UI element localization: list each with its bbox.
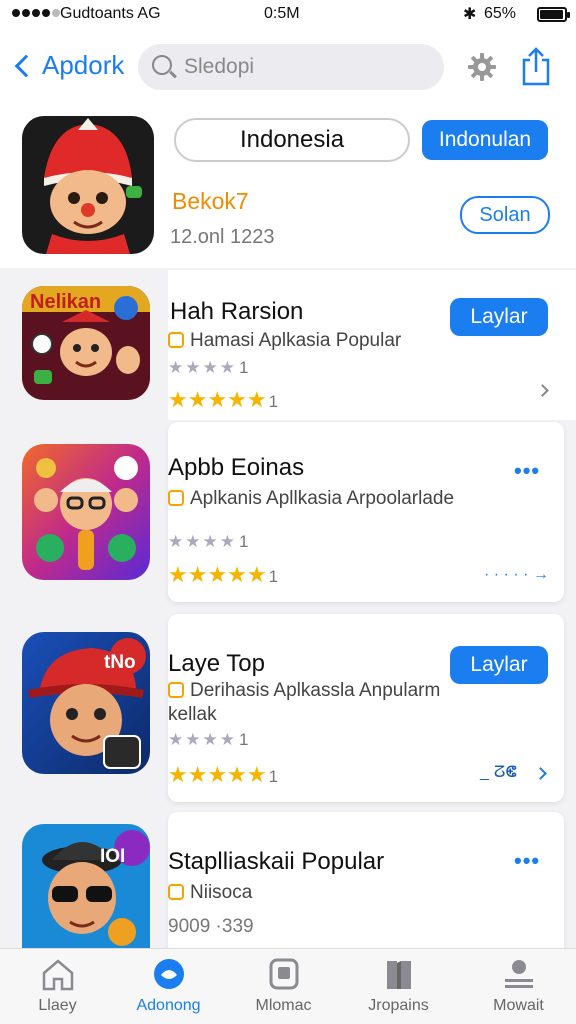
apps-icon bbox=[154, 959, 184, 989]
row-link[interactable]: · · · · · → bbox=[484, 566, 549, 584]
star-rating: ★★★★★ 1 bbox=[168, 387, 279, 412]
list-item[interactable]: Apbb Eoinas Aplkanis Apllkasia Arpoolarl… bbox=[0, 422, 576, 602]
country-chip[interactable]: Indonesia bbox=[174, 118, 410, 162]
svg-text:Nelikan: Nelikan bbox=[30, 291, 101, 313]
tab-profile[interactable]: Mowait bbox=[461, 949, 576, 1024]
book-icon bbox=[387, 961, 411, 989]
gray-rating: ★★★★ 1 bbox=[168, 358, 251, 377]
category-icon bbox=[168, 682, 184, 698]
app-title: Staplliaskaii Popular bbox=[168, 848, 385, 875]
tab-home[interactable]: Llaey bbox=[0, 949, 115, 1024]
featured-row[interactable]: Indonesia Indonulan Bekok7 12.onl 1223 S… bbox=[0, 110, 576, 268]
tab-label: Jropains bbox=[368, 997, 429, 1014]
featured-title: Bekok7 bbox=[172, 188, 249, 214]
signal-icon bbox=[12, 9, 60, 17]
home-icon bbox=[42, 959, 74, 991]
app-title: Hah Rarsion bbox=[170, 298, 304, 325]
featured-subtitle: 12.onl 1223 bbox=[170, 226, 275, 248]
app-subtitle: Hamasi Aplkasia Popular bbox=[168, 330, 401, 352]
tab-label: Adonong bbox=[136, 997, 201, 1014]
gray-rating: ★★★★ 1 bbox=[168, 532, 251, 551]
star-rating: ★★★★★ 1 bbox=[168, 562, 279, 587]
app-title: Laye Top bbox=[168, 650, 265, 677]
profile-icon bbox=[505, 960, 533, 988]
app-subtitle-2: kellak bbox=[168, 704, 217, 725]
list-item[interactable]: IOI Staplliaskaii Popular Niisoca 9009 ·… bbox=[0, 812, 576, 962]
status-bar: Gudtoants AG 0:5M ✱ 65% bbox=[0, 0, 576, 30]
share-icon[interactable] bbox=[520, 46, 552, 86]
category-icon bbox=[168, 332, 184, 348]
tab-library[interactable]: Jropains bbox=[341, 949, 456, 1024]
app-subtitle: Niisoca bbox=[168, 882, 252, 904]
tab-label: Llaey bbox=[38, 997, 77, 1014]
more-icon[interactable]: ••• bbox=[514, 458, 540, 484]
carrier-label: Gudtoants AG bbox=[60, 5, 161, 22]
app-title: Apbb Eoinas bbox=[168, 454, 305, 481]
gray-rating: ★★★★ 1 bbox=[168, 730, 251, 749]
featured-secondary-button[interactable]: Solan bbox=[460, 196, 550, 234]
get-button[interactable]: Laylar bbox=[450, 646, 548, 684]
category-icon bbox=[168, 884, 184, 900]
list-item[interactable]: Laye Top tNo Derihasis Aplkassla Anpular… bbox=[0, 614, 576, 802]
sunglasses-man-icon[interactable] bbox=[22, 824, 150, 948]
bluetooth-icon: ✱ bbox=[463, 6, 477, 23]
gear-icon[interactable] bbox=[467, 52, 497, 82]
tab-bar: Llaey Adonong Mlomac Jropains Mowait bbox=[0, 948, 576, 1024]
app-list: Indonesia Indonulan Bekok7 12.onl 1223 S… bbox=[0, 110, 576, 962]
search-bar[interactable] bbox=[138, 44, 444, 90]
get-button[interactable]: Laylar bbox=[450, 298, 548, 336]
clown-app-icon[interactable] bbox=[22, 116, 154, 254]
chevron-left-icon bbox=[14, 54, 38, 77]
row-meta: _ ⵒⵞ bbox=[480, 764, 517, 781]
tab-arcade[interactable]: Mlomac bbox=[226, 949, 341, 1024]
icon-badge: IOI bbox=[100, 846, 126, 867]
more-icon[interactable]: ••• bbox=[514, 848, 540, 874]
featured-get-button[interactable]: Indonulan bbox=[422, 120, 548, 160]
back-button[interactable]: Apdork bbox=[12, 50, 124, 81]
nav-bar: Apdork bbox=[0, 30, 576, 110]
star-rating: ★★★★★ 1 bbox=[168, 762, 279, 787]
list-item[interactable]: Nelikan Hah Rarsion Hamasi Aplkasia Popu… bbox=[0, 270, 576, 420]
search-input[interactable] bbox=[184, 52, 424, 82]
clock: 0:5M bbox=[264, 5, 300, 22]
app-subtitle: Aplkanis Apllkasia Arpoolarlade bbox=[168, 488, 454, 510]
tab-apps[interactable]: Adonong bbox=[111, 949, 226, 1024]
category-icon bbox=[168, 490, 184, 506]
tab-label: Mowait bbox=[493, 997, 544, 1014]
tab-label: Mlomac bbox=[255, 997, 312, 1014]
back-label: Apdork bbox=[42, 50, 125, 80]
app-subtitle: Derihasis Aplkassla Anpularm bbox=[168, 680, 440, 702]
icon-badge: tNo bbox=[104, 652, 136, 673]
friends-icon[interactable] bbox=[22, 444, 150, 580]
battery-percent: 65% bbox=[484, 5, 517, 22]
app-meta: 9009 ·339 bbox=[168, 916, 254, 937]
hat-kid-icon[interactable]: Nelikan bbox=[22, 286, 150, 400]
battery-icon bbox=[537, 7, 570, 22]
search-icon bbox=[152, 55, 172, 75]
square-icon bbox=[269, 958, 299, 990]
